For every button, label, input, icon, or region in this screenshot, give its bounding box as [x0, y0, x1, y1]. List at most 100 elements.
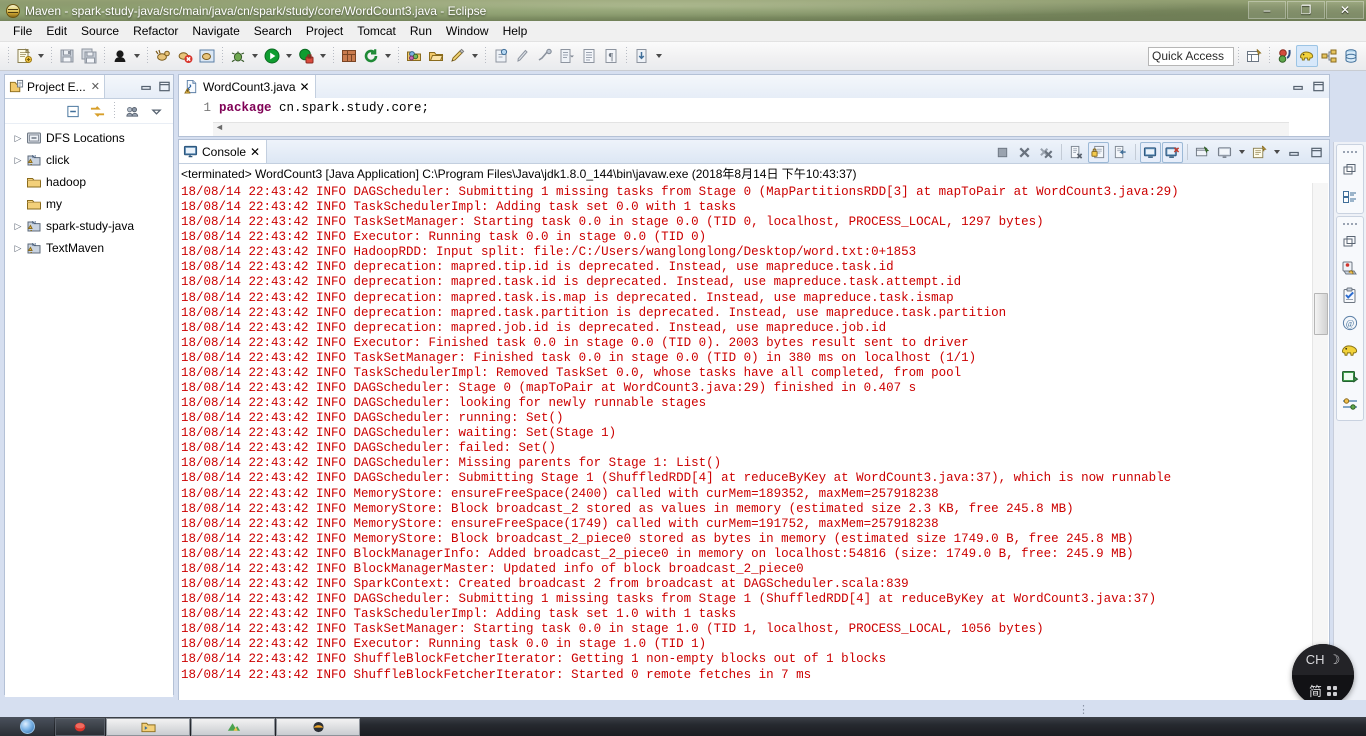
menu-tomcat[interactable]: Tomcat	[350, 22, 403, 40]
tree-item-spark-study-java[interactable]: ▷ M spark-study-java	[7, 215, 173, 237]
database-perspective-icon[interactable]	[1340, 45, 1362, 67]
minimize-button[interactable]: –	[1248, 1, 1286, 19]
expand-arrow-icon[interactable]: ▷	[11, 221, 25, 232]
console-maximize-icon[interactable]	[1306, 142, 1327, 163]
quick-access-input[interactable]: Quick Access	[1148, 46, 1234, 66]
open-perspective-icon[interactable]	[1243, 45, 1265, 67]
window-controls[interactable]: – ❐ ✕	[1248, 1, 1364, 19]
remove-all-terminated-icon[interactable]	[1036, 142, 1057, 163]
scroll-lock-icon[interactable]	[1088, 141, 1109, 163]
pin-console-icon[interactable]	[1140, 141, 1161, 163]
run-icon[interactable]	[261, 45, 283, 67]
download-dropdown-icon[interactable]	[653, 45, 665, 67]
restore-icon[interactable]	[1337, 229, 1363, 255]
editor-maximize-icon[interactable]	[1309, 76, 1327, 96]
taskbar-item-explorer[interactable]	[106, 717, 190, 736]
project-explorer-close-icon[interactable]: ✕	[91, 80, 100, 93]
new-wizard-dropdown-icon[interactable]	[35, 45, 47, 67]
word-wrap-icon[interactable]	[1110, 142, 1131, 163]
paragraph-icon[interactable]: ¶	[600, 45, 622, 67]
menu-refactor[interactable]: Refactor	[126, 22, 185, 40]
grid-menu-icon[interactable]	[1327, 685, 1337, 696]
taskbar-item-eclipse[interactable]	[276, 717, 360, 736]
collapse-all-icon[interactable]	[62, 100, 84, 122]
tab-wordcount3-java[interactable]: WordCount3.java ✕	[179, 75, 316, 98]
previous-edit-icon[interactable]	[534, 45, 556, 67]
remove-launch-icon[interactable]	[1014, 142, 1035, 163]
close-button[interactable]: ✕	[1326, 1, 1364, 19]
next-annotation-icon[interactable]	[512, 45, 534, 67]
terminate-icon[interactable]	[992, 142, 1013, 163]
view-menu-dropdown-icon[interactable]	[1271, 141, 1283, 163]
run-coverage-icon[interactable]	[295, 45, 317, 67]
run-dropdown-icon[interactable]	[283, 45, 295, 67]
ant-view-icon[interactable]	[196, 45, 218, 67]
console-view-icon[interactable]	[1214, 142, 1235, 163]
menu-navigate[interactable]: Navigate	[185, 22, 246, 40]
display-selected-console-icon[interactable]	[1162, 141, 1183, 163]
project-explorer-restore-icon[interactable]	[1337, 184, 1363, 210]
console-minimize-icon[interactable]	[1284, 142, 1305, 163]
clear-console-icon[interactable]	[1066, 142, 1087, 163]
tasks-view-icon[interactable]	[1337, 283, 1363, 309]
servers-view-icon[interactable]	[1337, 256, 1363, 282]
print-dropdown-icon[interactable]	[131, 45, 143, 67]
code-editor-area[interactable]: 1 package cn.spark.study.core;	[179, 98, 1329, 136]
tree-item-textmaven[interactable]: ▷ M TextMaven	[7, 237, 173, 259]
project-explorer-minimize-icon[interactable]	[137, 77, 155, 97]
editor-horizontal-scrollbar[interactable]	[213, 122, 1289, 136]
debug-dropdown-icon[interactable]	[249, 45, 261, 67]
editor-minimize-icon[interactable]	[1289, 76, 1307, 96]
tab-console[interactable]: Console ✕	[179, 140, 268, 163]
drag-handle[interactable]	[1337, 219, 1363, 228]
menu-edit[interactable]: Edit	[39, 22, 74, 40]
restore-icon[interactable]	[1337, 157, 1363, 183]
pencil-dropdown-icon[interactable]	[469, 45, 481, 67]
maximize-button[interactable]: ❐	[1287, 1, 1325, 19]
new-console-view-icon[interactable]	[1249, 142, 1270, 163]
menu-run[interactable]: Run	[403, 22, 439, 40]
editor-close-icon[interactable]: ✕	[300, 80, 310, 94]
tree-item-my[interactable]: ▷ my	[7, 193, 173, 215]
tree-item-dfs-locations[interactable]: ▷ DFS Locations	[7, 127, 173, 149]
new-wizard-icon[interactable]	[13, 45, 35, 67]
drag-handle[interactable]	[1337, 147, 1363, 156]
open-console-icon[interactable]	[1192, 142, 1213, 163]
tree-item-click[interactable]: ▷ M click	[7, 149, 173, 171]
tree-item-hadoop[interactable]: ▷ hadoop	[7, 171, 173, 193]
toggle-ant-icon[interactable]	[152, 45, 174, 67]
java-ee-perspective-icon[interactable]	[1274, 45, 1296, 67]
view-menu-icon[interactable]	[145, 100, 167, 122]
run-coverage-dropdown-icon[interactable]	[317, 45, 329, 67]
menu-project[interactable]: Project	[299, 22, 350, 40]
console-fastview-icon[interactable]	[1337, 364, 1363, 390]
ime-indicator-widget[interactable]: CH ☽ 简	[1292, 644, 1354, 706]
project-explorer-maximize-icon[interactable]	[155, 77, 173, 97]
download-icon[interactable]	[631, 45, 653, 67]
console-output[interactable]: 18/08/14 22:43:42 INFO DAGScheduler: Sub…	[179, 183, 1329, 683]
link-with-editor-icon[interactable]	[86, 100, 108, 122]
print-icon[interactable]	[109, 45, 131, 67]
marker-icon[interactable]	[556, 45, 578, 67]
taskbar-item-browser[interactable]	[55, 717, 105, 736]
open-type-icon[interactable]	[403, 45, 425, 67]
annotation-icon[interactable]	[490, 45, 512, 67]
open-task-icon[interactable]	[425, 45, 447, 67]
refresh-icon[interactable]	[360, 45, 382, 67]
ant-error-icon[interactable]	[174, 45, 196, 67]
save-all-icon[interactable]	[78, 45, 100, 67]
save-icon[interactable]	[56, 45, 78, 67]
menu-search[interactable]: Search	[247, 22, 299, 40]
working-set-icon[interactable]	[121, 100, 143, 122]
console-vscroll-thumb[interactable]	[1314, 293, 1328, 335]
java-perspective-icon[interactable]	[1318, 45, 1340, 67]
properties-view-icon[interactable]	[1337, 391, 1363, 417]
status-resize-handle[interactable]: ⋮	[1078, 703, 1090, 716]
hadoop-perspective-icon[interactable]	[1296, 45, 1318, 67]
menu-source[interactable]: Source	[74, 22, 126, 40]
tab-project-explorer[interactable]: Project E... ✕	[5, 75, 105, 98]
taskbar-item-app[interactable]	[191, 717, 275, 736]
annotation-view-icon[interactable]: @	[1337, 310, 1363, 336]
expand-arrow-icon[interactable]: ▷	[11, 243, 25, 254]
expand-arrow-icon[interactable]: ▷	[11, 155, 25, 166]
